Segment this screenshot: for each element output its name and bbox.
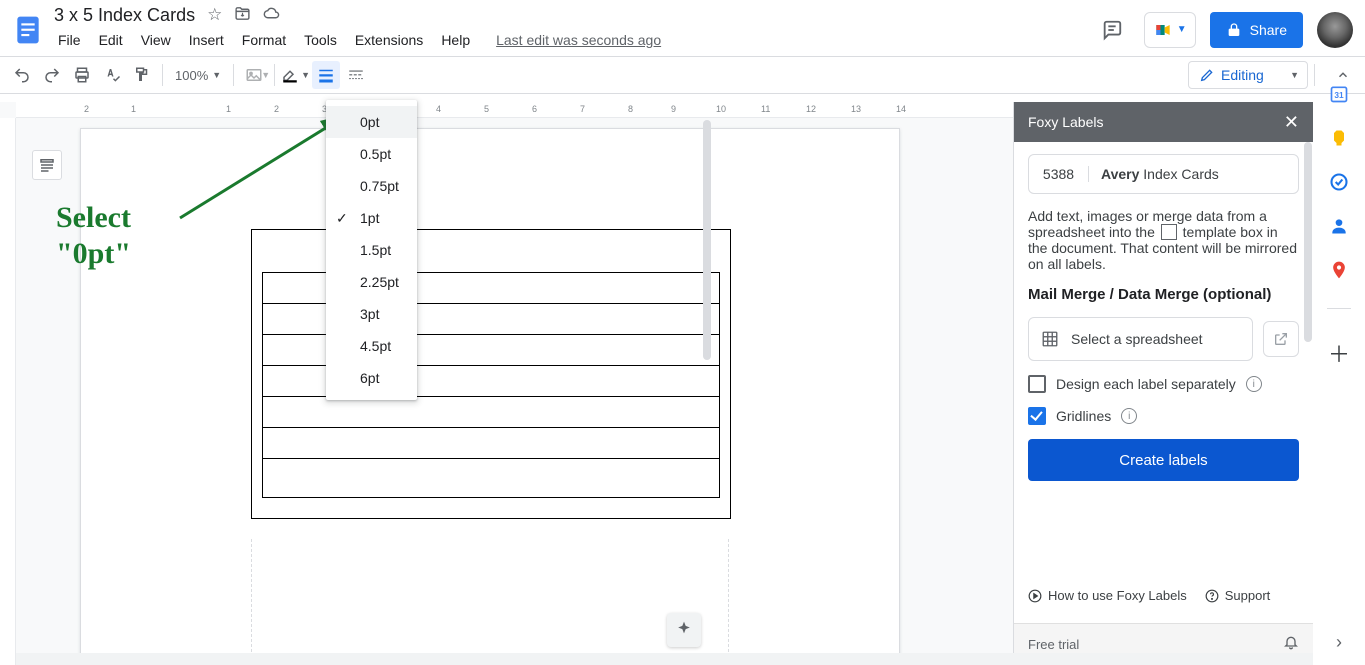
undo-button[interactable] (8, 61, 36, 89)
sidepanel-title: Foxy Labels (1028, 114, 1103, 130)
keep-icon[interactable] (1329, 128, 1349, 148)
border-width-button[interactable] (312, 61, 340, 89)
gridlines-checkbox[interactable] (1028, 407, 1046, 425)
dropdown-item-0pt[interactable]: 0pt (326, 106, 417, 138)
design-each-checkbox-row[interactable]: Design each label separately i (1028, 375, 1299, 393)
explore-button[interactable] (667, 613, 701, 647)
zoom-value: 100% (175, 68, 208, 83)
redo-button[interactable] (38, 61, 66, 89)
menu-file[interactable]: File (50, 28, 89, 52)
paint-format-button[interactable] (128, 61, 156, 89)
dropdown-item-1pt[interactable]: ✓1pt (326, 202, 417, 234)
design-each-label: Design each label separately (1056, 376, 1236, 392)
cloud-status-icon[interactable] (263, 5, 280, 27)
mode-select[interactable]: Editing ▼ (1188, 61, 1308, 89)
tasks-icon[interactable] (1329, 172, 1349, 192)
comment-history-icon[interactable] (1094, 12, 1130, 48)
spellcheck-button[interactable] (98, 61, 126, 89)
border-dash-button[interactable] (342, 61, 370, 89)
menu-tools[interactable]: Tools (296, 28, 345, 52)
maps-icon[interactable] (1329, 260, 1349, 280)
dropdown-item-4.5pt[interactable]: 4.5pt (326, 330, 417, 362)
get-addons-button[interactable]: ＋ (1328, 337, 1350, 369)
last-edit-link[interactable]: Last edit was seconds ago (496, 32, 661, 48)
index-card-outline (251, 229, 731, 519)
account-avatar[interactable] (1317, 12, 1353, 48)
sidepanel-h-scrollbar[interactable] (16, 653, 1313, 665)
share-button[interactable]: Share (1210, 12, 1303, 48)
document-title[interactable]: 3 x 5 Index Cards (48, 3, 201, 28)
docs-logo-icon[interactable] (8, 6, 48, 54)
info-icon[interactable]: i (1121, 408, 1137, 424)
horizontal-ruler: 2 1 1 2 3 4 5 6 7 8 9 10 11 12 13 14 (16, 102, 1013, 118)
calendar-icon[interactable]: 31 (1329, 84, 1349, 104)
info-icon[interactable]: i (1246, 376, 1262, 392)
border-color-button[interactable]: ▼ (281, 61, 310, 89)
image-insert-button[interactable]: ▼ (240, 61, 268, 89)
menu-help[interactable]: Help (433, 28, 478, 52)
sidepanel-scrollbar[interactable] (1303, 142, 1313, 623)
menu-edit[interactable]: Edit (91, 28, 131, 52)
select-spreadsheet-label: Select a spreadsheet (1071, 331, 1203, 347)
border-width-dropdown: 0pt 0.5pt 0.75pt ✓1pt 1.5pt 2.25pt 3pt 4… (326, 100, 417, 400)
chevron-down-icon: ▼ (1177, 24, 1187, 35)
star-icon[interactable]: ☆ (207, 5, 222, 27)
mode-label: Editing (1221, 67, 1264, 83)
share-label: Share (1250, 22, 1287, 38)
template-box-icon (1161, 224, 1177, 240)
zoom-select[interactable]: 100% ▼ (169, 68, 227, 83)
foxy-labels-panel: Foxy Labels ✕ 5388 Avery Index Cards Add… (1013, 102, 1313, 665)
design-each-checkbox[interactable] (1028, 375, 1046, 393)
gridlines-checkbox-row[interactable]: Gridlines i (1028, 407, 1299, 425)
notifications-icon[interactable] (1283, 634, 1299, 655)
gridlines-label: Gridlines (1056, 408, 1111, 424)
dropdown-item-1.5pt[interactable]: 1.5pt (326, 234, 417, 266)
support-link[interactable]: Support (1205, 588, 1271, 603)
vertical-ruler (0, 118, 16, 665)
menu-view[interactable]: View (133, 28, 179, 52)
template-selector[interactable]: 5388 Avery Index Cards (1028, 154, 1299, 194)
print-button[interactable] (68, 61, 96, 89)
hide-rail-button[interactable]: › (1336, 632, 1342, 653)
move-icon[interactable] (234, 5, 251, 27)
dropdown-item-0.5pt[interactable]: 0.5pt (326, 138, 417, 170)
select-spreadsheet-button[interactable]: Select a spreadsheet (1028, 317, 1253, 361)
free-trial-label[interactable]: Free trial (1028, 637, 1079, 652)
dropdown-item-6pt[interactable]: 6pt (326, 362, 417, 394)
template-code: 5388 (1029, 166, 1089, 182)
mail-merge-heading: Mail Merge / Data Merge (optional) (1028, 286, 1299, 303)
dropdown-item-3pt[interactable]: 3pt (326, 298, 417, 330)
close-panel-icon[interactable]: ✕ (1284, 112, 1299, 133)
template-name: Avery Index Cards (1089, 166, 1219, 182)
instructions-text: Add text, images or merge data from a sp… (1028, 208, 1299, 272)
svg-text:31: 31 (1334, 90, 1344, 100)
dropdown-item-0.75pt[interactable]: 0.75pt (326, 170, 417, 202)
meet-button[interactable]: ▼ (1144, 12, 1196, 48)
check-icon: ✓ (336, 210, 348, 227)
contacts-icon[interactable] (1329, 216, 1349, 236)
menu-format[interactable]: Format (234, 28, 294, 52)
create-labels-button[interactable]: Create labels (1028, 439, 1299, 481)
howto-link[interactable]: How to use Foxy Labels (1028, 588, 1187, 603)
dropdown-item-2.25pt[interactable]: 2.25pt (326, 266, 417, 298)
vertical-scrollbar[interactable] (701, 120, 713, 625)
open-spreadsheet-button[interactable] (1263, 321, 1299, 357)
menu-insert[interactable]: Insert (181, 28, 232, 52)
outline-toggle-button[interactable] (32, 150, 62, 180)
menu-extensions[interactable]: Extensions (347, 28, 431, 52)
